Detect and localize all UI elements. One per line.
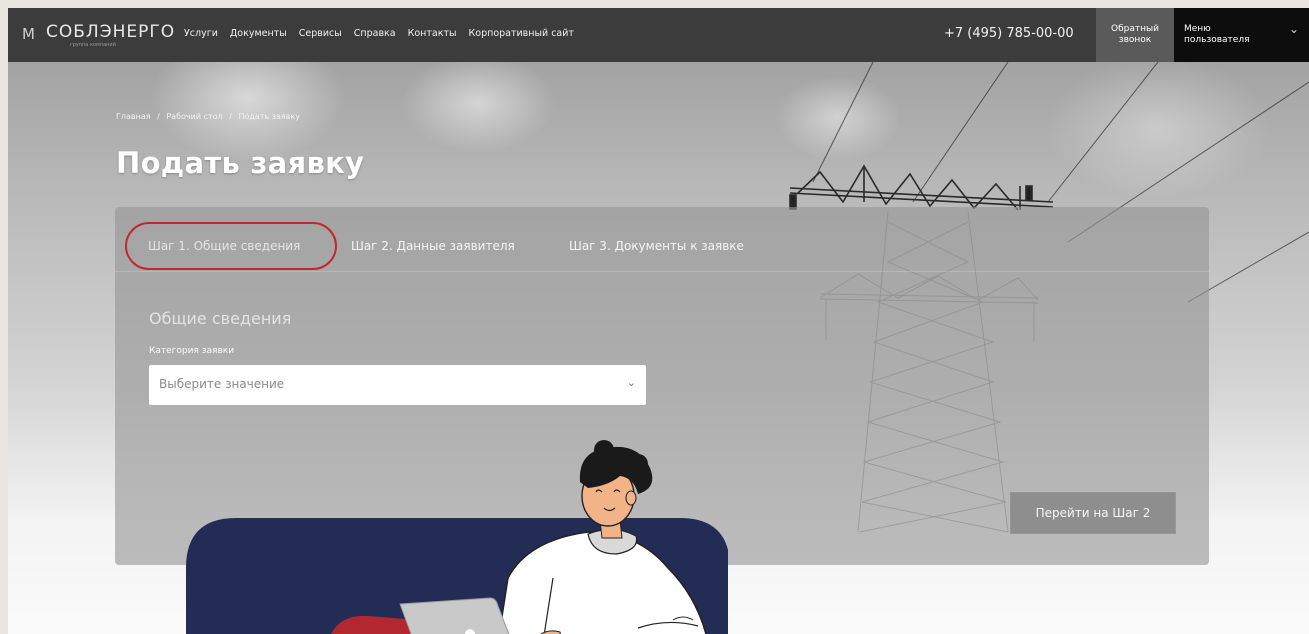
next-step-button-label: Перейти на Шаг 2: [1035, 506, 1151, 520]
logo-tagline: группа компаний: [70, 42, 116, 48]
nav-item-corporate-site[interactable]: Корпоративный сайт: [469, 28, 574, 39]
breadcrumb-current: Подать заявку: [238, 112, 300, 121]
tab-step-2[interactable]: Шаг 2. Данные заявителя: [351, 239, 515, 253]
person-with-laptop-illustration: [186, 440, 728, 634]
breadcrumb-separator: /: [157, 112, 160, 121]
page-title: Подать заявку: [116, 146, 365, 180]
category-select-value: Выберите значение: [159, 377, 285, 391]
phone-link[interactable]: +7 (495) 785-00-00: [944, 26, 1074, 41]
section-title: Общие сведения: [149, 309, 292, 328]
nav-item-services[interactable]: Услуги: [184, 28, 218, 39]
step-tabs: Шаг 1. Общие сведения Шаг 2. Данные заяв…: [115, 207, 1209, 272]
breadcrumb-dashboard[interactable]: Рабочий стол: [166, 112, 222, 121]
nav-item-help[interactable]: Справка: [354, 28, 396, 39]
breadcrumb-home[interactable]: Главная: [116, 112, 151, 121]
user-menu-label: Меню пользователя: [1184, 24, 1250, 45]
logo-name[interactable]: СОБЛЭНЕРГО: [46, 22, 175, 42]
chevron-down-icon: ⌄: [1288, 22, 1299, 36]
next-step-button[interactable]: Перейти на Шаг 2: [1010, 492, 1176, 534]
user-menu-button[interactable]: Меню пользователя ⌄: [1174, 8, 1309, 62]
tab-step-1[interactable]: Шаг 1. Общие сведения: [148, 239, 300, 253]
callback-button[interactable]: Обратный звонок: [1096, 8, 1174, 62]
category-select[interactable]: Выберите значение ⌄: [149, 365, 646, 405]
chevron-down-icon: ⌄: [626, 376, 636, 389]
breadcrumb-separator: /: [229, 112, 232, 121]
main-nav: Услуги Документы Сервисы Справка Контакт…: [184, 28, 574, 39]
logo-mark[interactable]: М: [22, 25, 35, 43]
tab-step-3[interactable]: Шаг 3. Документы к заявке: [569, 239, 744, 253]
nav-item-documents[interactable]: Документы: [230, 28, 287, 39]
breadcrumb: Главная / Рабочий стол / Подать заявку: [116, 112, 304, 121]
app-window: М СОБЛЭНЕРГО группа компаний Услуги Доку…: [8, 8, 1309, 634]
category-label: Категория заявки: [149, 346, 235, 356]
nav-item-tools[interactable]: Сервисы: [299, 28, 342, 39]
nav-item-contacts[interactable]: Контакты: [408, 28, 457, 39]
callback-button-label: Обратный звонок: [1111, 24, 1159, 45]
top-navigation-bar: М СОБЛЭНЕРГО группа компаний Услуги Доку…: [8, 8, 1309, 62]
